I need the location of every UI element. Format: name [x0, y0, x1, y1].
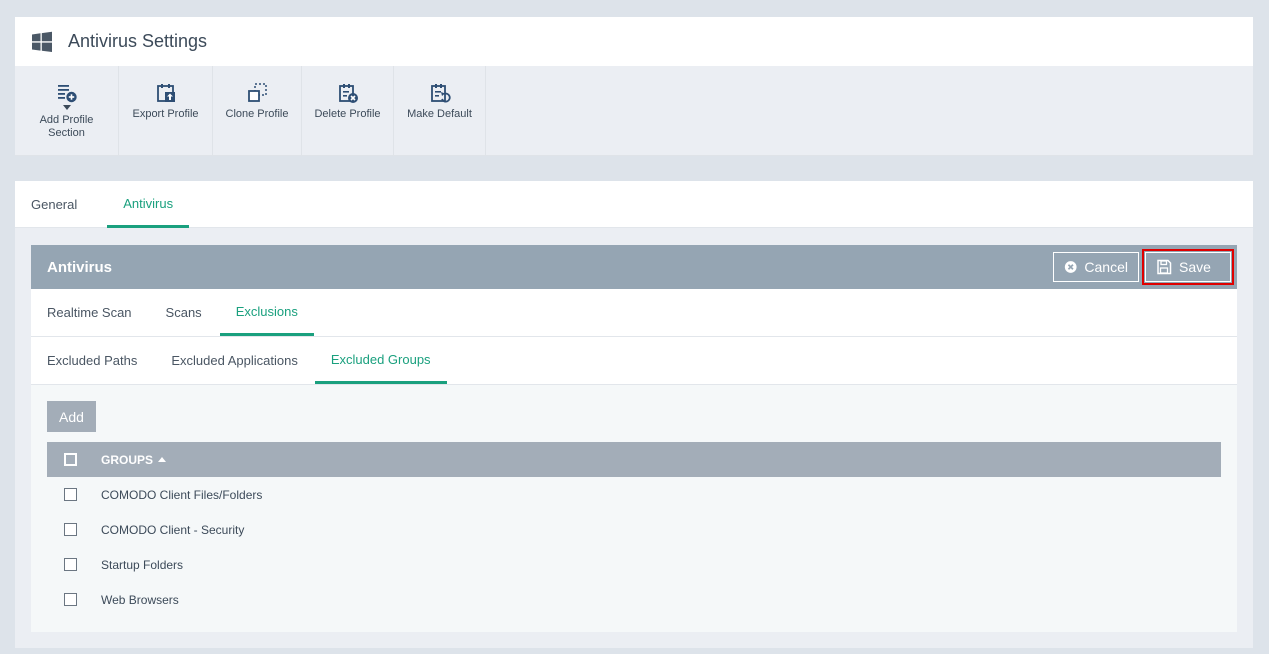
- tab-excluded-groups[interactable]: Excluded Groups: [314, 337, 447, 384]
- toolbar-label: Make Default: [407, 108, 472, 120]
- antivirus-panel: Antivirus Cancel Save Realtime Scan Scan…: [31, 245, 1237, 632]
- clone-icon: [248, 83, 267, 102]
- add-button[interactable]: Add: [47, 401, 96, 432]
- toolbar: Add Profile Section Export Profile Clone…: [15, 66, 1253, 156]
- row-checkbox[interactable]: [63, 523, 77, 536]
- exclusion-tabs: Excluded Paths Excluded Applications Exc…: [31, 337, 1237, 385]
- save-label: Save: [1179, 259, 1211, 275]
- tab-excluded-applications[interactable]: Excluded Applications: [171, 337, 314, 384]
- table-header: GROUPS: [47, 442, 1221, 477]
- make-default-button[interactable]: Make Default: [394, 66, 486, 156]
- delete-list-icon: [338, 84, 358, 103]
- page-title: Antivirus Settings: [68, 31, 208, 51]
- save-icon: [1157, 259, 1172, 275]
- group-name: Web Browsers: [101, 592, 179, 607]
- header-buttons: Cancel Save: [1053, 249, 1234, 285]
- tab-antivirus[interactable]: Antivirus: [107, 181, 190, 228]
- add-profile-section-button[interactable]: Add Profile Section: [15, 66, 119, 156]
- groups-column-label: GROUPS: [101, 452, 154, 467]
- tab-exclusions[interactable]: Exclusions: [219, 289, 314, 336]
- sort-ascending-icon: [158, 457, 167, 462]
- title-bar: Antivirus Settings: [15, 17, 1253, 66]
- table-row: Web Browsers: [47, 582, 1221, 617]
- main-card: General Antivirus Antivirus Cancel Save …: [15, 181, 1253, 648]
- header-card: Antivirus Settings Add Profile Section E…: [15, 17, 1253, 156]
- group-name: Startup Folders: [101, 557, 184, 572]
- group-name: COMODO Client Files/Folders: [101, 487, 263, 502]
- tab-realtime-scan[interactable]: Realtime Scan: [47, 289, 166, 336]
- tab-scans[interactable]: Scans: [166, 289, 220, 336]
- windows-logo-icon: [32, 31, 52, 52]
- table-row: COMODO Client - Security: [47, 512, 1221, 547]
- tab-excluded-paths[interactable]: Excluded Paths: [47, 337, 171, 384]
- toolbar-label: Clone Profile: [225, 108, 289, 120]
- panel-header: Antivirus Cancel Save: [31, 245, 1237, 289]
- dropdown-caret-icon: [62, 105, 71, 110]
- row-checkbox[interactable]: [63, 488, 77, 501]
- delete-profile-button[interactable]: Delete Profile: [302, 66, 394, 156]
- panel-title: Antivirus: [47, 258, 113, 276]
- cancel-label: Cancel: [1084, 259, 1128, 275]
- row-checkbox[interactable]: [63, 593, 77, 606]
- toolbar-label: Add Profile Section: [39, 114, 94, 139]
- default-list-icon: [430, 84, 451, 103]
- groups-table: GROUPS COMODO Client Files/Folders COMOD…: [47, 442, 1221, 617]
- export-profile-button[interactable]: Export Profile: [119, 66, 213, 156]
- toolbar-label: Export Profile: [132, 108, 199, 120]
- row-checkbox[interactable]: [63, 558, 77, 571]
- antivirus-tabs: Realtime Scan Scans Exclusions: [31, 289, 1237, 337]
- cancel-button[interactable]: Cancel: [1053, 252, 1139, 282]
- groups-column-header[interactable]: GROUPS: [101, 452, 167, 467]
- top-tabs: General Antivirus: [15, 181, 1253, 228]
- groups-content: Add GROUPS COMODO Client Files/Folders C…: [31, 385, 1237, 617]
- add-list-icon: [57, 85, 77, 103]
- select-all-checkbox[interactable]: [63, 453, 77, 466]
- table-row: COMODO Client Files/Folders: [47, 477, 1221, 512]
- cancel-icon: [1064, 261, 1077, 273]
- save-button[interactable]: Save: [1142, 249, 1234, 285]
- export-icon: [156, 84, 175, 102]
- table-row: Startup Folders: [47, 547, 1221, 582]
- tab-general[interactable]: General: [31, 181, 107, 228]
- clone-profile-button[interactable]: Clone Profile: [213, 66, 302, 156]
- toolbar-label: Delete Profile: [314, 108, 381, 120]
- group-name: COMODO Client - Security: [101, 522, 245, 537]
